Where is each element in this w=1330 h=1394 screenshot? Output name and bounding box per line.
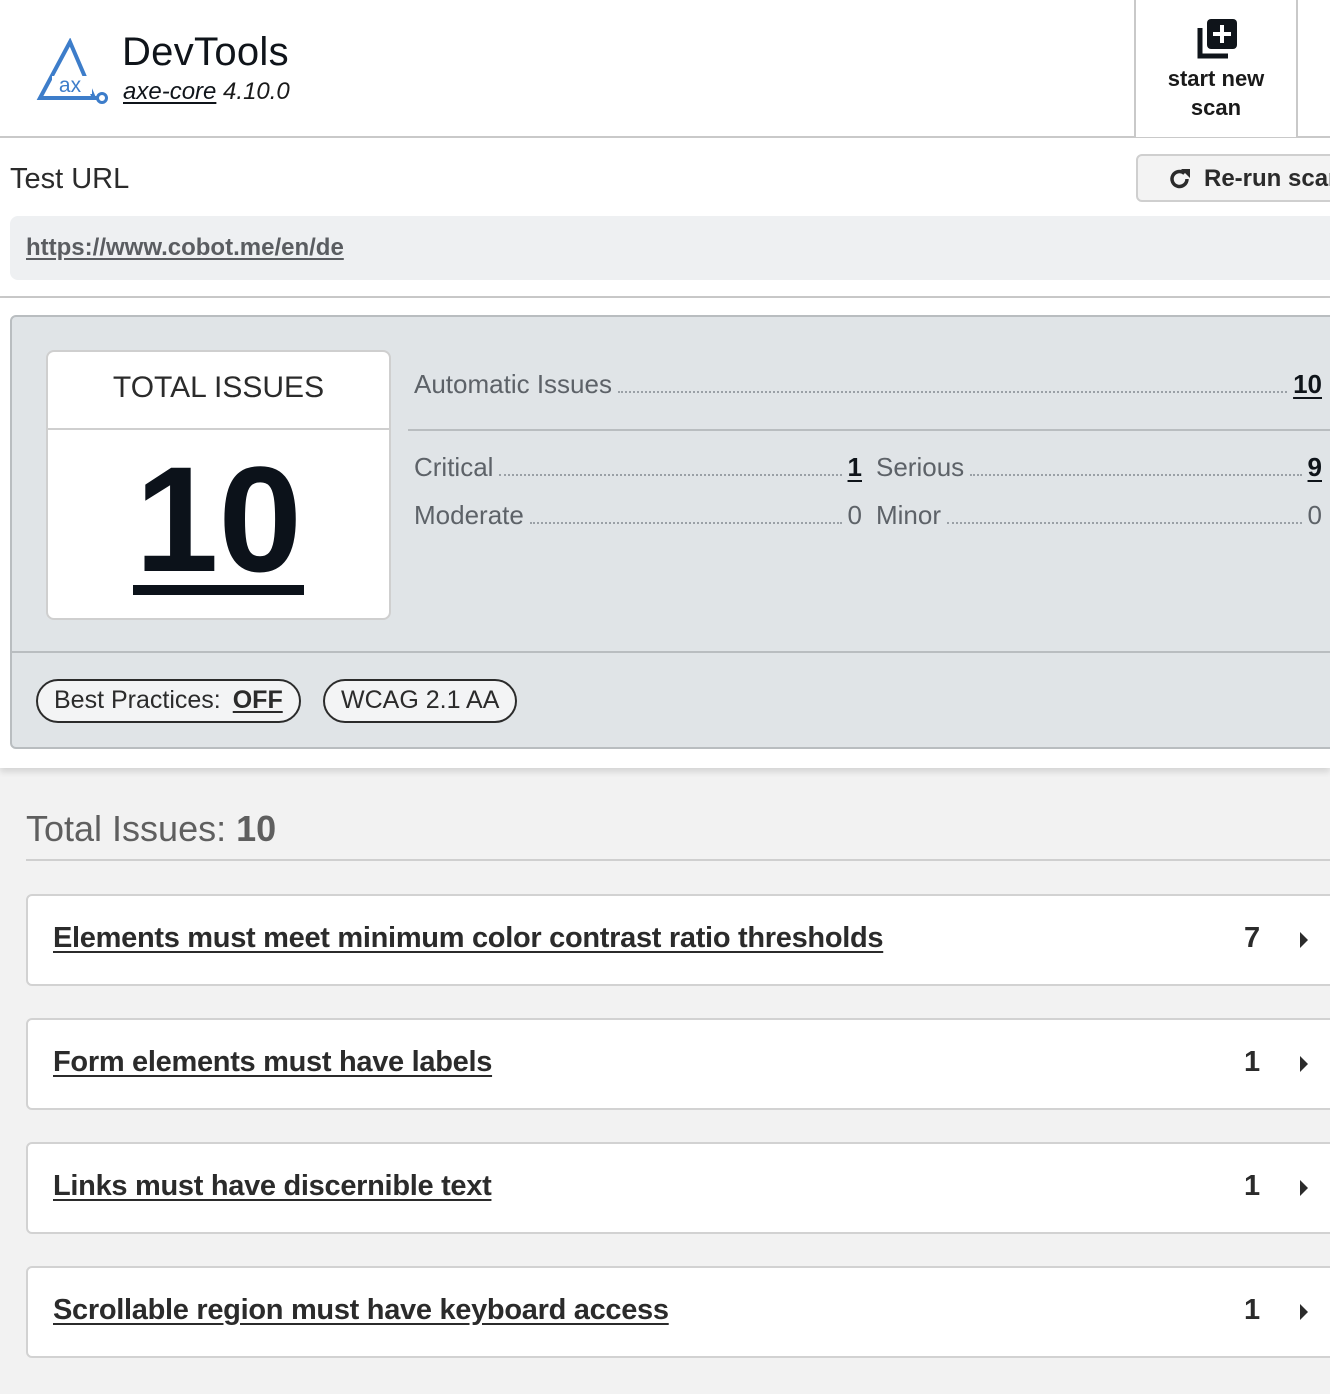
issue-count: 1: [1244, 1046, 1261, 1078]
automatic-issues-count[interactable]: 10: [1293, 369, 1322, 400]
moderate-count: 0: [847, 500, 862, 530]
test-url-label: Test URL: [10, 163, 130, 195]
chevron-right-icon[interactable]: [1300, 932, 1308, 948]
engine-version-number: 4.10.0: [223, 78, 290, 105]
chevron-right-icon[interactable]: [1300, 1056, 1308, 1072]
dot-leader: [947, 522, 1302, 524]
issue-title[interactable]: Scrollable region must have keyboard acc…: [53, 1294, 669, 1327]
issue-row[interactable]: Elements must meet minimum color contras…: [26, 894, 1330, 986]
issue-row[interactable]: Scrollable region must have keyboard acc…: [26, 1266, 1330, 1358]
issues-heading-count: 10: [236, 808, 277, 849]
summary-section: TOTAL ISSUES 10 Automatic Issues 10 Crit…: [0, 298, 1330, 768]
best-practices-label: Best Practices:: [54, 686, 221, 714]
issues-divider: [26, 859, 1330, 861]
rerun-scan-label: Re-run scan: [1204, 165, 1330, 192]
dot-leader: [499, 474, 842, 476]
refresh-icon: [1170, 169, 1190, 189]
summary-panel: TOTAL ISSUES 10 Automatic Issues 10 Crit…: [10, 315, 1330, 749]
severity-minor-row: Minor 0: [876, 500, 1322, 540]
start-new-scan-button[interactable]: start new scan: [1134, 0, 1298, 137]
wcag-standard-label: WCAG 2.1 AA: [341, 686, 500, 714]
chevron-right-icon[interactable]: [1300, 1180, 1308, 1196]
best-practices-toggle[interactable]: OFF: [233, 686, 283, 714]
best-practices-pill: Best Practices: OFF: [36, 679, 301, 723]
issues-heading-label: Total Issues:: [26, 808, 227, 849]
issue-title[interactable]: Links must have discernible text: [53, 1170, 492, 1203]
add-to-library-icon: [1197, 19, 1237, 59]
app-title: DevTools: [122, 30, 289, 74]
severity-serious-row: Serious 9: [876, 452, 1322, 492]
test-url-section: Test URL Re-run scan https://www.cobot.m…: [0, 138, 1330, 298]
severity-label: Moderate: [414, 500, 524, 530]
dot-leader: [617, 391, 1288, 393]
axe-logo-icon: ax: [36, 38, 108, 104]
issues-heading: Total Issues: 10: [26, 808, 276, 850]
start-new-scan-label-line2: scan: [1190, 95, 1242, 120]
dot-leader: [529, 522, 842, 524]
issue-count: 1: [1244, 1294, 1261, 1326]
issue-row[interactable]: Links must have discernible text 1: [26, 1142, 1330, 1234]
total-issues-heading: TOTAL ISSUES: [48, 352, 389, 430]
svg-text:ax: ax: [59, 74, 82, 97]
summary-divider: [408, 429, 1330, 431]
minor-count: 0: [1307, 500, 1322, 530]
serious-count[interactable]: 9: [1308, 452, 1322, 483]
automatic-issues-label: Automatic Issues: [414, 369, 612, 399]
test-url-box: https://www.cobot.me/en/de: [10, 216, 1330, 280]
engine-version: axe-core 4.10.0: [123, 78, 290, 106]
test-url-link[interactable]: https://www.cobot.me/en/de: [26, 234, 344, 262]
start-new-scan-label-line1: start new: [1167, 66, 1265, 91]
severity-moderate-row: Moderate 0: [414, 500, 862, 540]
issue-title[interactable]: Form elements must have labels: [53, 1046, 492, 1079]
total-issues-count[interactable]: 10: [48, 444, 389, 595]
total-issues-card: TOTAL ISSUES 10: [46, 350, 391, 620]
chevron-right-icon[interactable]: [1300, 1304, 1308, 1320]
critical-count[interactable]: 1: [848, 452, 862, 483]
total-issues-count-link[interactable]: 10: [133, 444, 304, 595]
issue-row[interactable]: Form elements must have labels 1: [26, 1018, 1330, 1110]
severity-label: Serious: [876, 452, 965, 482]
app-header: ax DevTools axe-core 4.10.0 start new sc…: [0, 0, 1330, 138]
rerun-scan-button[interactable]: Re-run scan: [1136, 154, 1330, 202]
severity-label: Minor: [876, 500, 942, 530]
dot-leader: [970, 474, 1302, 476]
issue-count: 1: [1244, 1170, 1261, 1202]
issue-count: 7: [1244, 922, 1261, 954]
severity-label: Critical: [414, 452, 494, 482]
summary-footer-divider: [12, 651, 1330, 653]
issue-title[interactable]: Elements must meet minimum color contras…: [53, 922, 884, 955]
wcag-standard-pill: WCAG 2.1 AA: [323, 679, 518, 723]
automatic-issues-row: Automatic Issues 10: [414, 369, 1322, 409]
severity-critical-row: Critical 1: [414, 452, 862, 492]
axe-core-link[interactable]: axe-core: [123, 78, 216, 105]
